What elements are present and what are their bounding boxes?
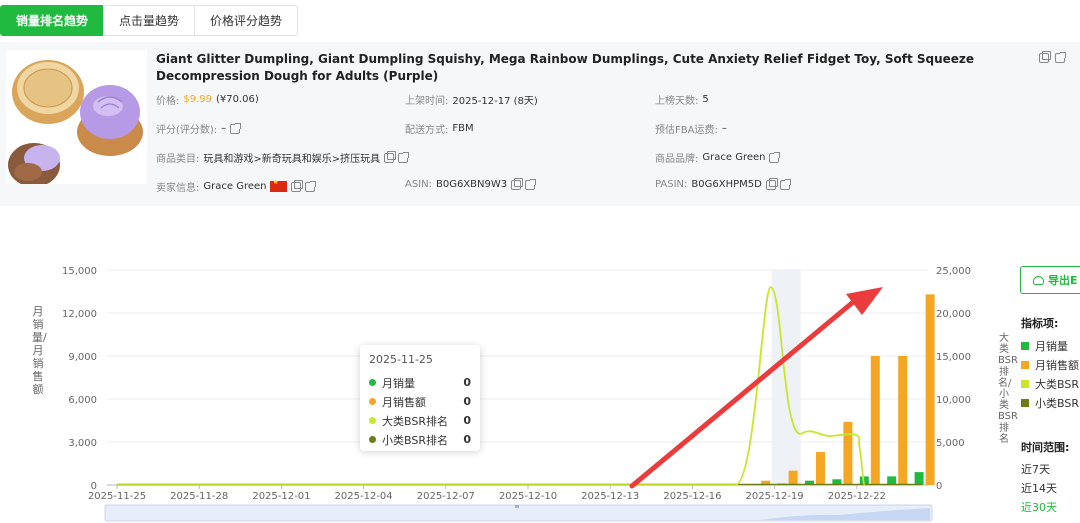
legend-swatch [1021,361,1029,369]
x-tick-label: 2025-12-01 [252,491,310,502]
legend-swatch [1021,399,1029,407]
chart-tooltip: 2025-11-25 月销量 0 月销售额 0 大类BSR排名 0 小类BSR排… [360,345,480,451]
bar-monthly-revenue [816,452,825,485]
bar-monthly-revenue [843,421,853,485]
range-14-days[interactable]: 近14天 [1021,480,1057,496]
tooltip-row: 月销售额 0 [369,392,471,411]
left-tick-label: 3,000 [68,438,97,449]
tooltip-row-name: 月销售额 [382,395,426,409]
export-button[interactable]: 导出E [1020,266,1080,294]
x-tick-label: 2025-11-28 [170,491,228,502]
main-bsr-dot-icon [369,417,376,424]
trend-panel: 销量排名趋势 点击量趋势 价格评分趋势 Giant Glitter Dumpli… [0,0,1080,523]
right-tick-label: 0 [936,481,942,492]
bar-monthly-revenue [870,356,880,485]
time-range-title: 时间范围: [1021,441,1070,454]
tooltip-row-value: 0 [463,414,471,427]
x-tick-label: 2025-12-13 [581,491,639,502]
range-7-days[interactable]: 近7天 [1021,461,1050,477]
monthly-sales-dot-icon [369,379,376,386]
legend-swatch [1021,342,1029,350]
tooltip-row-value: 0 [463,433,471,446]
right-tick-label: 5,000 [936,438,965,449]
right-tick-label: 25,000 [936,266,971,277]
tooltip-row-value: 0 [463,395,471,408]
tooltip-date: 2025-11-25 [369,353,433,366]
tooltip-row: 月销量 0 [369,373,471,392]
legend-item-monthly-revenue[interactable]: 月销售额 [1021,357,1079,373]
left-tick-label: 12,000 [62,309,97,320]
bar-monthly-revenue [925,294,935,485]
legend-label: 月销量 [1035,340,1068,353]
x-tick-label: 2025-12-04 [335,491,393,502]
legend-item-sub-bsr[interactable]: 小类BSR [1021,395,1079,411]
x-tick-label: 2025-12-22 [828,491,886,502]
bar-monthly-revenue [898,356,908,485]
legend-item-monthly-sales[interactable]: 月销量 [1021,338,1068,354]
right-tick-label: 15,000 [936,352,971,363]
legend-item-main-bsr[interactable]: 大类BSR [1021,376,1079,392]
bar-monthly-revenue [788,470,798,485]
tooltip-row-name: 月销量 [382,376,415,390]
zoom-handle-mid [515,505,519,508]
tooltip-row-name: 小类BSR排名 [382,433,448,447]
right-tick-label: 20,000 [936,309,971,320]
tooltip-row: 小类BSR排名 0 [369,430,471,449]
tooltip-row-name: 大类BSR排名 [382,414,448,428]
indicator-title: 指标项: [1021,317,1059,330]
sub-bsr-dot-icon [369,436,376,443]
annotation-arrow-head [846,287,883,315]
bar-monthly-sales [914,472,924,485]
legend-label: 大类BSR [1035,378,1079,391]
trend-chart[interactable]: 0 0 3,000 5,000 6,000 10,000 9,000 15,000 12,000… [0,0,1080,523]
right-tick-label: 10,000 [936,395,971,406]
left-tick-label: 9,000 [68,352,97,363]
bar-monthly-sales [887,476,897,485]
x-tick-label: 2025-12-07 [417,491,475,502]
x-tick-label: 2025-12-16 [663,491,721,502]
x-tick-label: 2025-11-25 [88,491,146,502]
legend-label: 月销售额 [1035,359,1079,372]
left-tick-label: 15,000 [62,266,97,277]
x-tick-label: 2025-12-10 [499,491,557,502]
range-30-days[interactable]: 近30天 [1021,499,1057,515]
export-label: 导出E [1048,274,1078,287]
legend-swatch [1021,380,1029,388]
tooltip-row: 大类BSR排名 0 [369,411,471,430]
x-tick-label: 2025-12-19 [746,491,804,502]
legend-label: 小类BSR [1035,397,1079,410]
left-tick-label: 6,000 [68,395,97,406]
tooltip-row-value: 0 [463,376,471,389]
cloud-download-icon [1033,275,1044,285]
monthly-revenue-dot-icon [369,398,376,405]
